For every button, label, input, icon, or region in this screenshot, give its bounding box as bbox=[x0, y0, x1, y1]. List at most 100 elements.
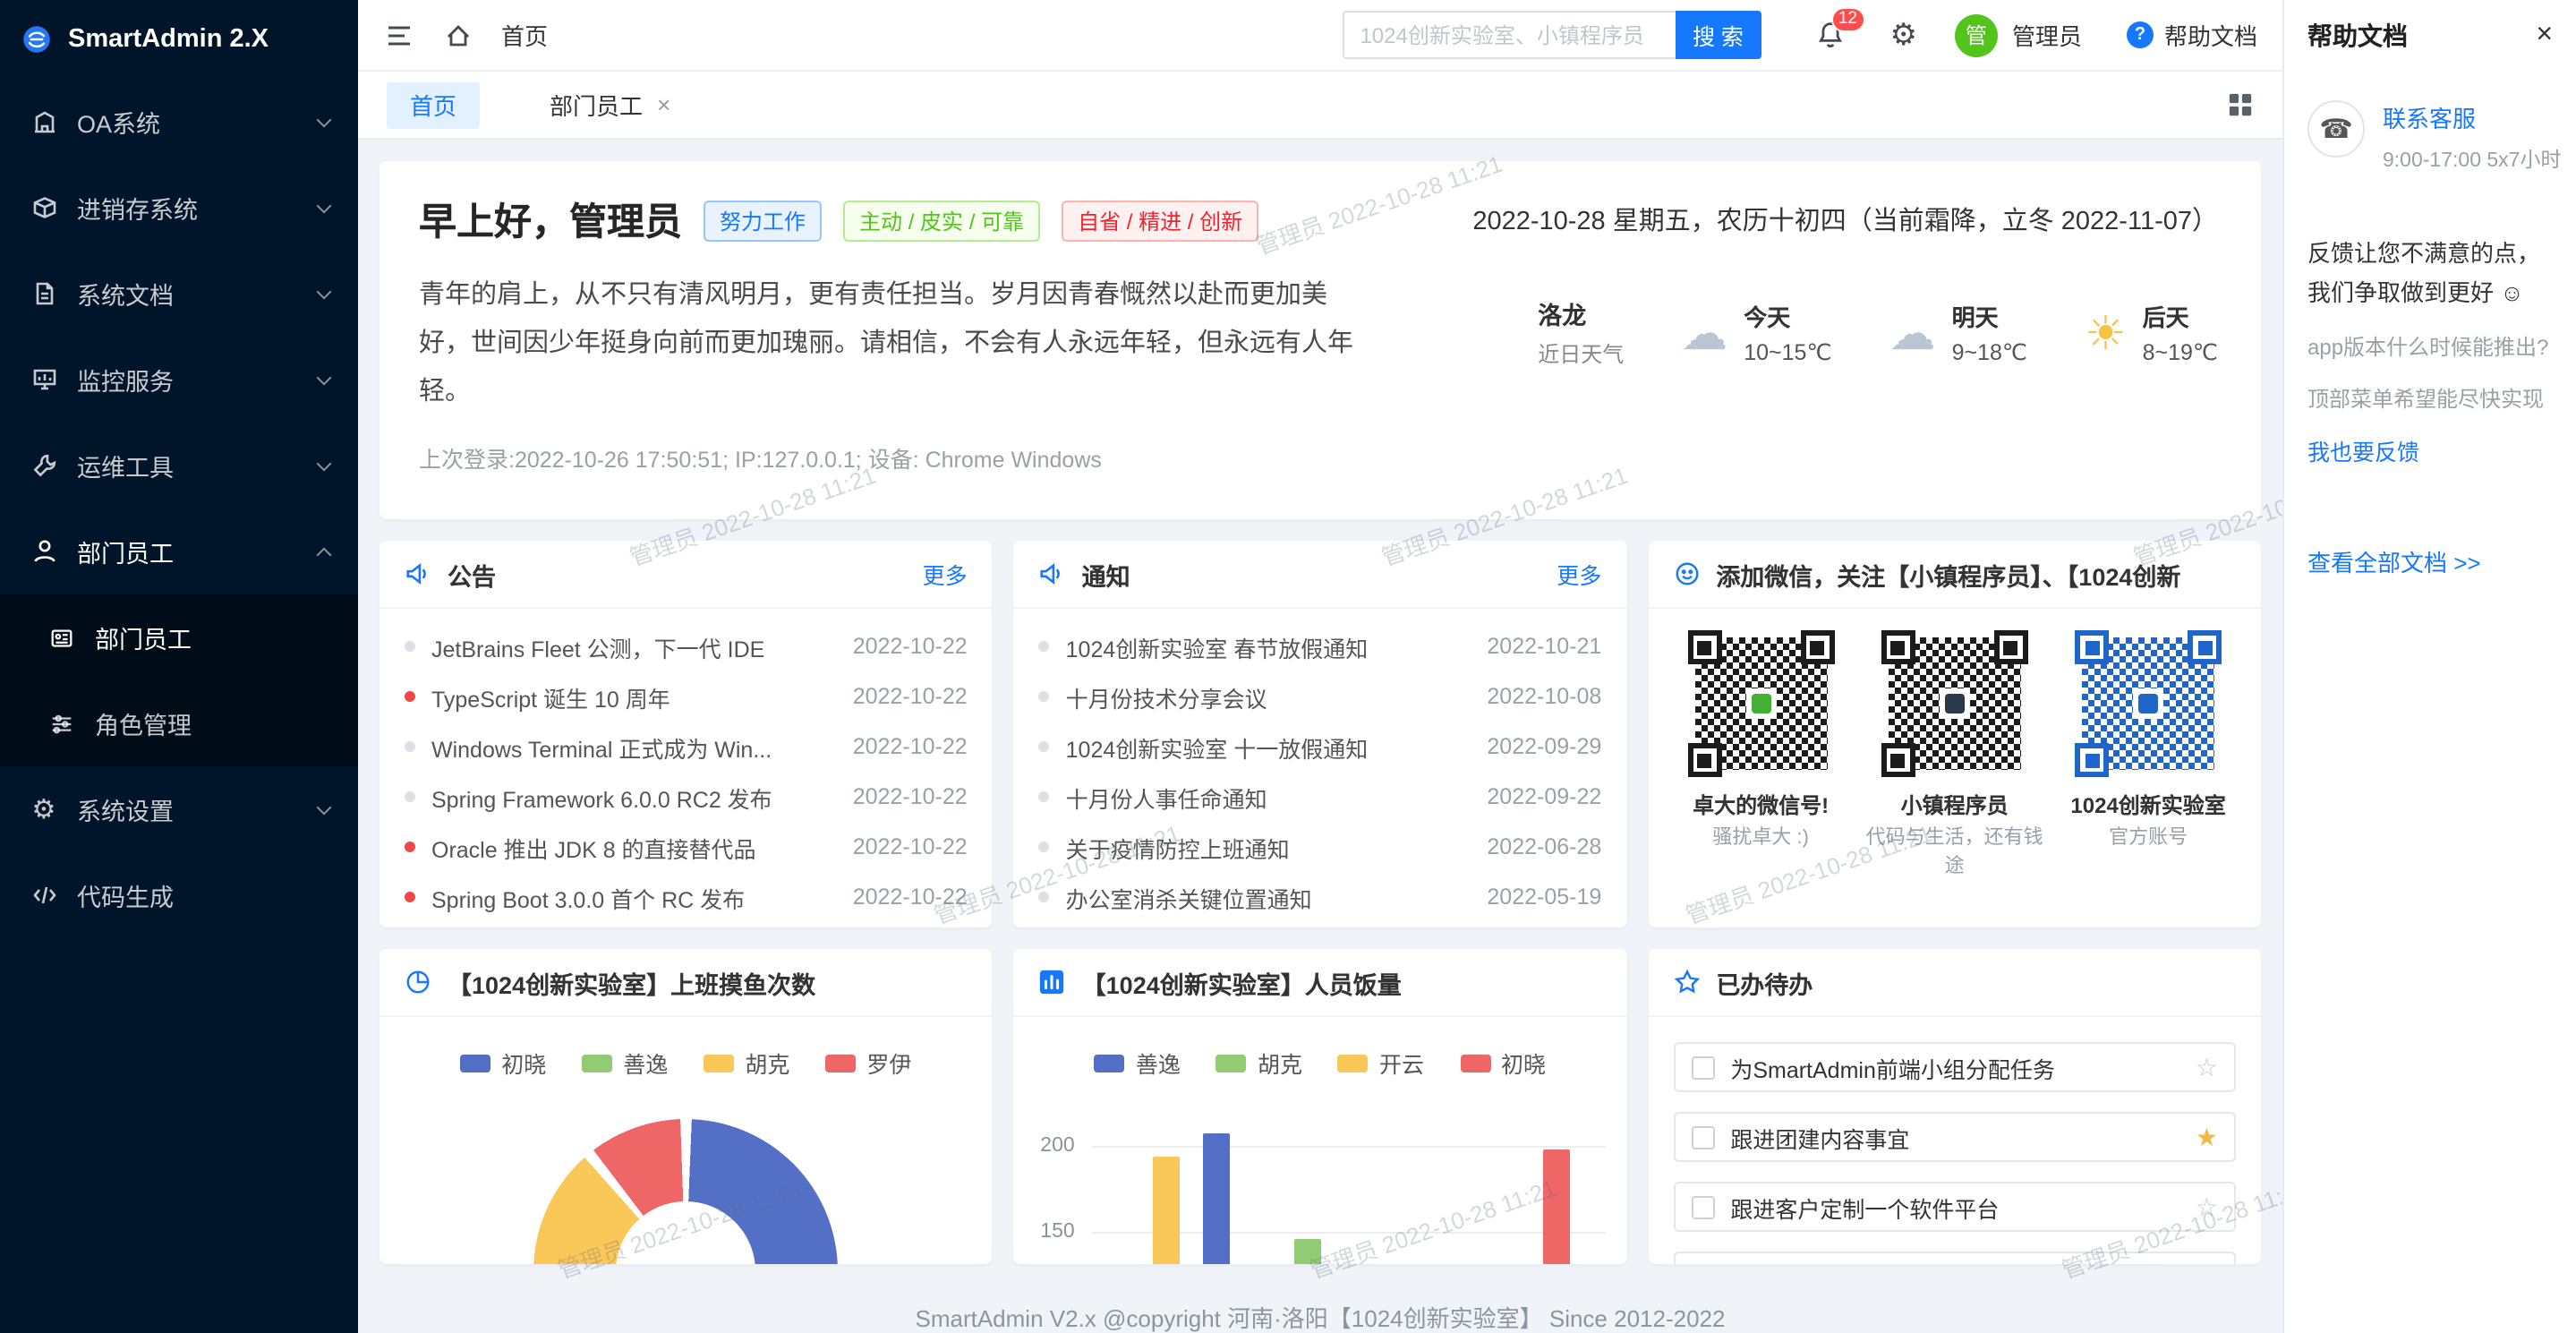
star-icon[interactable] bbox=[2196, 1124, 2218, 1149]
app-logo[interactable]: SmartAdmin 2.X bbox=[0, 0, 358, 79]
wrench-icon bbox=[29, 450, 59, 481]
monitor-icon bbox=[29, 364, 59, 395]
list-dot bbox=[1039, 791, 1050, 802]
sidebar-item-docs[interactable]: 系统文档 bbox=[0, 251, 358, 337]
notice-item[interactable]: 十月份人事任命通知2022-09-22 bbox=[1039, 772, 1602, 822]
wechat-card: 添加微信，关注【小镇程序员】、【1024创新 卓大的微信号! 骚扰卓大 :) 小… bbox=[1648, 541, 2261, 927]
sidebar-item-settings[interactable]: ⚙ 系统设置 bbox=[0, 766, 358, 852]
tab-home[interactable]: 首页 bbox=[387, 81, 480, 128]
todo-item[interactable]: 跟进团建内容事宜 bbox=[1673, 1112, 2236, 1162]
fish-donut-chart bbox=[533, 1119, 838, 1264]
star-icon[interactable] bbox=[2196, 1194, 2218, 1219]
breadcrumb[interactable]: 首页 bbox=[501, 18, 548, 52]
todo-item[interactable]: 为SmartAdmin前端小组分配任务 bbox=[1673, 1042, 2236, 1092]
help-docs-button[interactable]: 帮助文档 bbox=[2127, 18, 2257, 52]
legend-item[interactable]: 初晓 bbox=[460, 1046, 546, 1080]
todo-checkbox[interactable] bbox=[1691, 1125, 1714, 1149]
todo-checkbox[interactable] bbox=[1691, 1055, 1714, 1079]
sidebar-item-ops[interactable]: 运维工具 bbox=[0, 423, 358, 508]
announcements-more-link[interactable]: 更多 bbox=[923, 557, 968, 591]
code-icon bbox=[29, 880, 59, 910]
list-dot bbox=[1039, 641, 1050, 652]
star-icon[interactable] bbox=[2196, 1055, 2218, 1080]
contact-support-link[interactable]: 联系客服 bbox=[2383, 100, 2561, 134]
announcement-item[interactable]: JetBrains Fleet 公测，下一代 IDE2022-10-22 bbox=[405, 621, 968, 671]
feedback-link[interactable]: 我也要反馈 bbox=[2307, 432, 2419, 466]
sun-icon: ☀ bbox=[2085, 309, 2127, 355]
sidebar: SmartAdmin 2.X OA系统 进销存系统 系统文档 监控服务 运维工具 bbox=[0, 0, 358, 1333]
notices-card: 通知 更多 1024创新实验室 春节放假通知2022-10-21 十月份技术分享… bbox=[1014, 541, 1627, 927]
todo-item[interactable] bbox=[1673, 1252, 2236, 1264]
wechat-title: 添加微信，关注【小镇程序员】、【1024创新 bbox=[1716, 556, 2236, 592]
search-input[interactable] bbox=[1342, 11, 1675, 59]
user-name: 管理员 bbox=[2012, 18, 2082, 52]
todo-checkbox[interactable] bbox=[1691, 1195, 1714, 1218]
notice-item[interactable]: 办公室消杀关键位置通知2022-05-19 bbox=[1039, 872, 1602, 922]
weather-row: 洛龙 近日天气 ☁ 今天 10~15℃ ☁ 明天 9~18℃ bbox=[1251, 295, 2218, 369]
logo-icon bbox=[21, 24, 52, 55]
notice-item[interactable]: 十月份技术分享会议2022-10-08 bbox=[1039, 671, 1602, 722]
settings-icon[interactable]: ⚙ bbox=[1889, 20, 1917, 50]
tab-layout-icon[interactable] bbox=[2227, 91, 2254, 118]
qrcode-xiaozhen[interactable]: 小镇程序员 代码与生活，还有钱途 bbox=[1864, 630, 2046, 883]
legend-item[interactable]: 罗伊 bbox=[825, 1046, 911, 1080]
sidebar-item-dept[interactable]: 部门员工 bbox=[0, 508, 358, 594]
meal-bar-chart: 200 150 bbox=[1014, 1017, 1627, 1264]
sidebar-item-monitor[interactable]: 监控服务 bbox=[0, 337, 358, 423]
announcement-item[interactable]: Oracle 推出 JDK 8 的直接替代品2022-10-22 bbox=[405, 822, 968, 872]
weather-today: ☁ 今天 10~15℃ bbox=[1681, 299, 1831, 365]
bar-kaiyun bbox=[1154, 1157, 1181, 1264]
legend-item[interactable]: 善逸 bbox=[582, 1046, 668, 1080]
sidebar-subitem-dept-staff[interactable]: 部门员工 bbox=[0, 594, 358, 680]
todo-item[interactable]: 跟进客户定制一个软件平台 bbox=[1673, 1182, 2236, 1232]
search-button[interactable]: 搜 索 bbox=[1675, 11, 1761, 59]
feedback-question: 顶部菜单希望能尽快实现 bbox=[2307, 384, 2553, 418]
bar-chart-icon bbox=[1039, 969, 1066, 995]
chevron-down-icon bbox=[317, 198, 332, 213]
announcement-item[interactable]: Spring Framework 6.0.0 RC2 发布2022-10-22 bbox=[405, 772, 968, 822]
tag-self-improve: 自省 / 精进 / 创新 bbox=[1062, 200, 1258, 241]
greeting-card: 早上好，管理员 努力工作 主动 / 皮实 / 可靠 自省 / 精进 / 创新 青… bbox=[380, 161, 2261, 519]
notice-item[interactable]: 1024创新实验室 十一放假通知2022-09-29 bbox=[1039, 722, 1602, 772]
user-menu[interactable]: 管 管理员 bbox=[1955, 13, 2082, 56]
qr-image bbox=[1687, 630, 1834, 777]
help-panel: 帮助文档 ☎ 联系客服 9:00-17:00 5x7小时 反馈让您不满意的点，我… bbox=[2282, 0, 2576, 1333]
collapse-menu-icon[interactable] bbox=[383, 19, 415, 51]
contact-support-block: ☎ 联系客服 9:00-17:00 5x7小时 bbox=[2307, 100, 2553, 174]
chevron-up-icon bbox=[317, 547, 332, 562]
notifications-button[interactable]: 12 bbox=[1813, 17, 1848, 53]
cloud-icon: ☁ bbox=[1681, 309, 1727, 355]
legend-item[interactable]: 胡克 bbox=[704, 1046, 789, 1080]
pie-chart-icon bbox=[405, 969, 431, 995]
sidebar-item-oa[interactable]: OA系统 bbox=[0, 79, 358, 165]
sidebar-item-erp[interactable]: 进销存系统 bbox=[0, 165, 358, 251]
support-hours: 9:00-17:00 5x7小时 bbox=[2383, 145, 2561, 174]
qrcode-zhuoda[interactable]: 卓大的微信号! 骚扰卓大 :) bbox=[1669, 630, 1852, 883]
all-docs-link[interactable]: 查看全部文档 >> bbox=[2307, 543, 2553, 577]
notice-item[interactable]: 1024创新实验室 春节放假通知2022-10-21 bbox=[1039, 621, 1602, 671]
notice-item[interactable]: 关于疫情防控上班通知2022-06-28 bbox=[1039, 822, 1602, 872]
chevron-down-icon bbox=[317, 799, 332, 815]
tab-dept[interactable]: 部门员工 bbox=[526, 81, 694, 128]
main-column: 首页 搜 索 12 ⚙ 管 管理员 帮助文档 首页 部门员工 bbox=[358, 0, 2282, 1333]
announcements-list: JetBrains Fleet 公测，下一代 IDE2022-10-22 Typ… bbox=[380, 621, 993, 922]
close-panel-icon[interactable] bbox=[2536, 21, 2553, 50]
announcement-item[interactable]: Windows Terminal 正式成为 Win...2022-10-22 bbox=[405, 722, 968, 772]
home-icon[interactable] bbox=[442, 19, 474, 51]
close-tab-icon[interactable] bbox=[657, 93, 670, 116]
sidebar-subitem-roles[interactable]: 角色管理 bbox=[0, 680, 358, 766]
qrcode-1024lab[interactable]: 1024创新实验室 官方账号 bbox=[2057, 630, 2239, 883]
announcement-item[interactable]: Spring Boot 3.0.0 首个 RC 发布2022-10-22 bbox=[405, 872, 968, 922]
meal-chart-title: 【1024创新实验室】人员饭量 bbox=[1082, 964, 1602, 1000]
list-dot bbox=[1039, 741, 1050, 752]
sidebar-menu: OA系统 进销存系统 系统文档 监控服务 运维工具 部门员工 bbox=[0, 79, 358, 1333]
notices-more-link[interactable]: 更多 bbox=[1557, 557, 1601, 591]
weather-city-block: 洛龙 近日天气 bbox=[1538, 295, 1624, 369]
sidebar-item-codegen[interactable]: 代码生成 bbox=[0, 852, 358, 938]
fish-chart-title: 【1024创新实验室】上班摸鱼次数 bbox=[448, 964, 968, 1000]
announcement-item[interactable]: TypeScript 诞生 10 周年2022-10-22 bbox=[405, 671, 968, 722]
megaphone-icon bbox=[405, 560, 431, 587]
fish-chart-card: 【1024创新实验室】上班摸鱼次数 初晓 善逸 胡克 罗伊 bbox=[380, 949, 993, 1264]
list-dot bbox=[1039, 892, 1050, 902]
meal-chart-card: 【1024创新实验室】人员饭量 善逸 胡克 开云 初晓 200 150 bbox=[1014, 949, 1627, 1264]
